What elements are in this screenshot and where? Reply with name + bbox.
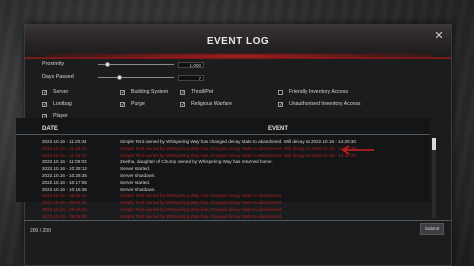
checkbox-label: Purge xyxy=(131,101,145,107)
window-title: EVENT LOG xyxy=(206,36,270,47)
days-passed-label: Days Passed xyxy=(42,74,74,80)
checkbox-label: Building System xyxy=(131,89,169,95)
title-bar: EVENT LOG ✕ xyxy=(25,25,451,59)
red-arrow-annotation-icon xyxy=(341,145,374,155)
event-column-header: EVENT xyxy=(268,126,289,132)
checkbox-label: Religious Warfare xyxy=(191,101,233,107)
row-date: 2022.10.16 - 09:32:05 xyxy=(42,213,87,219)
checkbox-religious-warfare[interactable]: ✓ Religious Warfare xyxy=(180,101,232,107)
checkbox-purge[interactable]: ✓ Purge xyxy=(120,101,145,107)
days-passed-value-field[interactable]: 7 xyxy=(178,75,204,81)
checkbox-label: Unauthorised Inventory Access xyxy=(289,101,361,107)
table-header-divider xyxy=(16,134,430,135)
checkbox-unauthorised-inventory-access[interactable]: ✓ Unauthorised Inventory Access xyxy=(278,101,361,107)
row-event: Simple Tent owned by Whispering Way has … xyxy=(120,213,283,219)
checkmark-icon[interactable]: ✓ xyxy=(42,89,47,95)
checkbox-server[interactable]: ✓ Server xyxy=(42,89,68,95)
days-passed-slider-thumb[interactable] xyxy=(116,75,122,80)
table-row[interactable]: 2022.10.16 - 09:32:05 Simple Tent owned b… xyxy=(18,213,418,220)
table-scrollbar[interactable] xyxy=(432,138,436,218)
checkmark-icon[interactable]: ✓ xyxy=(120,89,125,95)
checkbox-thrall-pet[interactable]: ✓ Thrall/Pet xyxy=(180,89,213,95)
checkmark-icon[interactable]: ✓ xyxy=(42,101,47,107)
checkmark-icon[interactable]: ✓ xyxy=(180,101,185,107)
submit-button[interactable]: Submit xyxy=(420,223,444,235)
checkbox-lootbag[interactable]: ✓ Lootbag xyxy=(42,101,72,107)
checkmark-icon[interactable]: ✓ xyxy=(278,101,283,107)
checkbox-friendly-inventory-access[interactable]: ✓ Friendly Inventory Access xyxy=(278,89,348,95)
scrollbar-thumb[interactable] xyxy=(432,138,436,150)
checkbox-label: Friendly Inventory Access xyxy=(289,89,349,95)
event-count: 200 / 200 xyxy=(30,228,51,234)
checkbox-label: Thrall/Pet xyxy=(191,89,214,95)
proximity-value-field[interactable]: 1,000 xyxy=(178,62,204,68)
checkbox-label: Server xyxy=(53,89,69,95)
checkbox-building-system[interactable]: ✓ Building System xyxy=(120,89,168,95)
checkmark-icon[interactable]: ✓ xyxy=(180,89,185,95)
days-passed-slider-track[interactable] xyxy=(98,77,174,78)
checkmark-icon[interactable]: ✓ xyxy=(278,89,283,95)
proximity-label: Proximity xyxy=(42,61,65,67)
date-column-header: DATE xyxy=(42,126,58,132)
checkbox-label: Lootbag xyxy=(53,101,72,107)
checkmark-icon[interactable]: ✓ xyxy=(120,101,125,107)
footer-divider xyxy=(24,220,452,221)
close-icon[interactable]: ✕ xyxy=(433,30,445,42)
proximity-slider-thumb[interactable] xyxy=(104,62,110,67)
